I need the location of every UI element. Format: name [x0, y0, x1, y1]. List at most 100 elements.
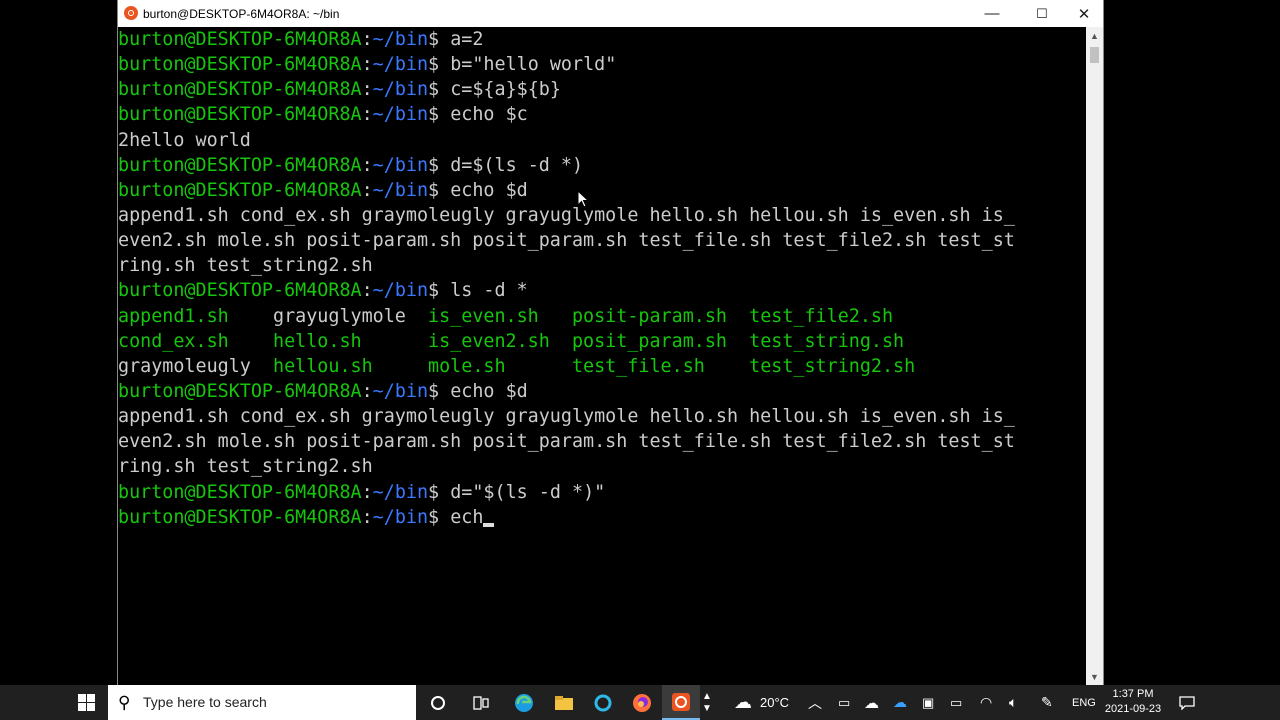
terminal-line: burton@DESKTOP-6M4OR8A:~/bin$ echo $d	[118, 178, 1088, 203]
command-text: echo $d	[450, 179, 528, 201]
prompt-colon: :	[361, 506, 373, 528]
prompt-user-host: burton@DESKTOP-6M4OR8A	[118, 380, 362, 402]
notification-icon[interactable]	[1175, 685, 1199, 720]
prompt-path: ~/bin	[372, 154, 429, 176]
file-explorer-icon[interactable]	[545, 685, 583, 720]
terminal-line: cond_ex.sh hello.sh is_even2.sh posit_pa…	[118, 329, 1088, 354]
output-text: append1.sh cond_ex.sh graymoleugly grayu…	[118, 406, 1015, 428]
prompt-user-host: burton@DESKTOP-6M4OR8A	[118, 29, 362, 50]
left-background	[0, 0, 117, 685]
chevron-up-icon[interactable]: ︿	[808, 685, 822, 720]
ls-entry: append1.sh	[118, 305, 274, 327]
search-placeholder: Type here to search	[143, 694, 267, 710]
terminal-line: burton@DESKTOP-6M4OR8A:~/bin$ echo $c	[118, 102, 1088, 127]
ubuntu-taskbar-icon[interactable]	[662, 685, 700, 720]
command-text: d=$(ls -d *)	[450, 154, 584, 176]
pen-icon[interactable]: ✎	[1041, 685, 1053, 720]
terminal-line: even2.sh mole.sh posit-param.sh posit_pa…	[118, 429, 1088, 454]
language-indicator[interactable]: ENG	[1072, 685, 1096, 720]
scroll-down-icon[interactable]: ▼	[1086, 668, 1103, 685]
maximize-button[interactable]: ☐	[1021, 0, 1063, 27]
terminal-window: burton@DESKTOP-6M4OR8A: ~/bin — ☐ ✕ burt…	[117, 0, 1104, 685]
weather-widget[interactable]: ☁ 20°C	[734, 685, 789, 720]
prompt-path: ~/bin	[372, 280, 429, 302]
output-text: ring.sh test_string2.sh	[118, 255, 373, 277]
prompt-path: ~/bin	[372, 54, 429, 76]
prompt-dollar: $	[428, 104, 451, 126]
terminal-line: burton@DESKTOP-6M4OR8A:~/bin$ a=2	[118, 27, 1088, 52]
close-button[interactable]: ✕	[1063, 0, 1105, 27]
wifi-icon[interactable]: ◠	[980, 685, 992, 720]
prompt-dollar: $	[428, 506, 451, 528]
prompt-path: ~/bin	[372, 29, 429, 50]
windows-start-icon[interactable]	[66, 685, 106, 720]
minimize-button[interactable]: —	[971, 0, 1013, 27]
temperature: 20°C	[760, 695, 790, 710]
text-cursor	[483, 522, 495, 527]
onedrive-icon[interactable]: ☁	[864, 685, 879, 720]
cortana-ring-icon[interactable]	[584, 685, 622, 720]
scrollbar-thumb[interactable]	[1090, 47, 1099, 63]
terminal-line: append1.sh cond_ex.sh graymoleugly grayu…	[118, 404, 1088, 429]
title-bar[interactable]: burton@DESKTOP-6M4OR8A: ~/bin — ☐ ✕	[118, 0, 1103, 27]
terminal-line: append1.sh grayuglymole is_even.sh posit…	[118, 304, 1088, 329]
firefox-icon[interactable]	[623, 685, 661, 720]
ls-entry: is_even.sh	[428, 305, 572, 327]
prompt-colon: :	[361, 154, 373, 176]
prompt-colon: :	[361, 54, 373, 76]
ls-entry: test_file2.sh	[749, 305, 894, 327]
command-text: ech	[450, 506, 484, 528]
terminal-line: burton@DESKTOP-6M4OR8A:~/bin$ c=${a}${b}	[118, 77, 1088, 102]
command-text: a=2	[450, 29, 484, 50]
clock[interactable]: 1:37 PM 2021-09-23	[1104, 687, 1162, 717]
cortana-icon[interactable]	[419, 685, 457, 720]
prompt-user-host: burton@DESKTOP-6M4OR8A	[118, 54, 362, 76]
ubuntu-icon	[124, 6, 138, 20]
output-text: 2hello world	[118, 129, 251, 151]
prompt-user-host: burton@DESKTOP-6M4OR8A	[118, 179, 362, 201]
right-background	[1104, 0, 1280, 685]
output-text: append1.sh cond_ex.sh graymoleugly grayu…	[118, 204, 1015, 226]
edge-icon[interactable]	[505, 685, 543, 720]
terminal-line: burton@DESKTOP-6M4OR8A:~/bin$ d=$(ls -d …	[118, 153, 1088, 178]
ls-entry: test_string2.sh	[749, 355, 916, 377]
prompt-colon: :	[361, 481, 373, 503]
prompt-colon: :	[361, 79, 373, 101]
prompt-colon: :	[361, 29, 373, 50]
ls-entry: graymoleugly	[118, 355, 274, 377]
output-text: ring.sh test_string2.sh	[118, 456, 373, 478]
prompt-dollar: $	[428, 481, 451, 503]
output-text: even2.sh mole.sh posit-param.sh posit_pa…	[118, 230, 1015, 252]
prompt-user-host: burton@DESKTOP-6M4OR8A	[118, 481, 362, 503]
prompt-path: ~/bin	[372, 179, 429, 201]
prompt-path: ~/bin	[372, 481, 429, 503]
terminal-line: burton@DESKTOP-6M4OR8A:~/bin$ b="hello w…	[118, 52, 1088, 77]
app-tray-icon[interactable]: ▣	[922, 685, 934, 720]
prompt-user-host: burton@DESKTOP-6M4OR8A	[118, 506, 362, 528]
terminal-line: burton@DESKTOP-6M4OR8A:~/bin$ echo $d	[118, 379, 1088, 404]
command-text: echo $c	[450, 104, 528, 126]
volume-icon[interactable]: 🔈︎	[1009, 685, 1017, 720]
taskbar-scroll-icon[interactable]: ▲ ▼	[700, 685, 714, 720]
terminal-line: 2hello world	[118, 128, 1088, 153]
task-view-icon[interactable]	[462, 685, 500, 720]
terminal-line: even2.sh mole.sh posit-param.sh posit_pa…	[118, 228, 1088, 253]
window-title: burton@DESKTOP-6M4OR8A: ~/bin	[143, 7, 340, 21]
weather-icon: ☁	[734, 692, 752, 712]
prompt-user-host: burton@DESKTOP-6M4OR8A	[118, 104, 362, 126]
prompt-dollar: $	[428, 154, 451, 176]
terminal-output[interactable]: burton@DESKTOP-6M4OR8A:~/bin$ a=2 burton@…	[118, 27, 1088, 685]
battery-icon[interactable]: ▭	[950, 685, 962, 720]
ls-entry: cond_ex.sh	[118, 330, 274, 352]
meet-now-icon[interactable]: ▭	[838, 685, 850, 720]
scroll-up-icon[interactable]: ▲	[1086, 27, 1103, 44]
prompt-user-host: burton@DESKTOP-6M4OR8A	[118, 79, 362, 101]
taskbar-search-box[interactable]: ⚲ Type here to search	[108, 685, 416, 720]
terminal-line: burton@DESKTOP-6M4OR8A:~/bin$ ech	[118, 505, 1088, 530]
prompt-dollar: $	[428, 29, 451, 50]
prompt-dollar: $	[428, 179, 451, 201]
terminal-line: graymoleugly hellou.sh mole.sh test_file…	[118, 354, 1088, 379]
cloud-icon[interactable]: ☁	[893, 685, 907, 720]
taskbar: ⚲ Type here to search ▲ ▼ ☁ 20°C ︿ ▭ ☁ ☁ …	[0, 685, 1280, 720]
scrollbar[interactable]: ▲ ▼	[1086, 27, 1103, 685]
